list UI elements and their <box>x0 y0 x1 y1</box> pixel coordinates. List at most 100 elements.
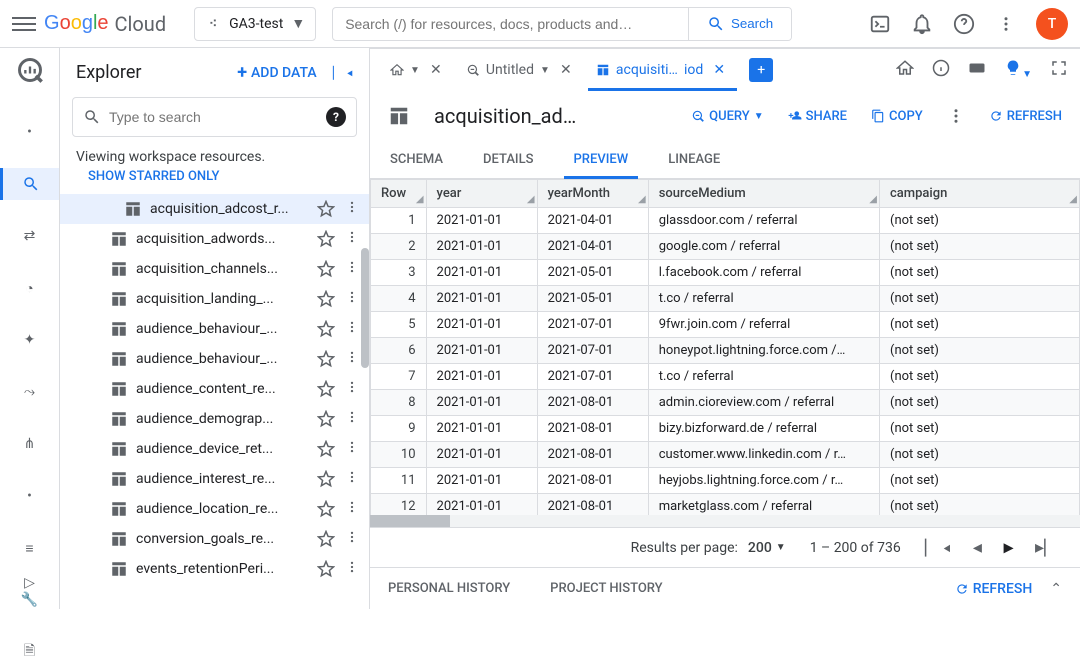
rail-flow-icon[interactable]: ⤳ <box>0 376 59 408</box>
next-page-button[interactable]: ▸ <box>1004 537 1013 558</box>
star-icon[interactable] <box>317 260 335 278</box>
tree-item-more-icon[interactable] <box>343 410 361 428</box>
tree-item[interactable]: audience_interest_re... <box>60 464 369 494</box>
copy-button[interactable]: COPY <box>871 109 923 124</box>
star-icon[interactable] <box>317 500 335 518</box>
star-icon[interactable] <box>317 350 335 368</box>
rail-doc-icon[interactable]: 🗎 <box>0 636 59 668</box>
toolbar-more-button[interactable] <box>947 107 965 125</box>
tab-details[interactable]: DETAILS <box>463 141 553 178</box>
rail-schedule-icon[interactable]: ◔ <box>0 272 59 304</box>
tab-lineage[interactable]: LINEAGE <box>648 141 740 178</box>
rail-dot-icon[interactable]: • <box>0 116 59 148</box>
tab-schema[interactable]: SCHEMA <box>370 141 463 178</box>
more-icon[interactable] <box>994 12 1018 36</box>
star-icon[interactable] <box>317 440 335 458</box>
table-row[interactable]: 102021-01-012021-08-01customer.www.linke… <box>371 442 1080 468</box>
tree-item[interactable]: acquisition_adwords... <box>60 224 369 254</box>
star-icon[interactable] <box>317 200 335 218</box>
tree-item[interactable]: audience_content_re... <box>60 374 369 404</box>
column-header[interactable]: yearMonth◢ <box>537 180 648 208</box>
explorer-search-input[interactable] <box>109 109 318 125</box>
star-icon[interactable] <box>317 410 335 428</box>
column-header[interactable]: year◢ <box>426 180 537 208</box>
keyboard-icon[interactable] <box>968 59 986 81</box>
rail-analytics-icon[interactable]: ✦ <box>0 324 59 356</box>
project-selector[interactable]: ⁖ GA3-test ▼ <box>194 7 316 41</box>
tree-item[interactable]: audience_demograp... <box>60 404 369 434</box>
table-row[interactable]: 112021-01-012021-08-01heyjobs.lightning.… <box>371 468 1080 494</box>
explorer-search[interactable]: ? <box>72 97 357 137</box>
table-row[interactable]: 22021-01-012021-04-01google.com / referr… <box>371 234 1080 260</box>
perpage-select[interactable]: 200▼ <box>748 540 786 556</box>
tree-item[interactable]: events_retentionPeri... <box>60 554 369 584</box>
tree-item[interactable]: audience_behaviour_... <box>60 314 369 344</box>
query-button[interactable]: QUERY ▼ <box>691 109 764 124</box>
google-cloud-logo[interactable]: Google Cloud <box>44 12 166 36</box>
search-input[interactable] <box>333 16 688 32</box>
bulb-icon[interactable]: ▼ <box>1004 59 1032 81</box>
bigquery-logo-icon[interactable] <box>16 56 44 88</box>
help-icon[interactable] <box>952 12 976 36</box>
rail-list-icon[interactable]: ≡ <box>0 532 59 564</box>
tree-item[interactable]: audience_location_re... <box>60 494 369 524</box>
untitled-tab[interactable]: Untitled ▼ ✕ <box>458 49 584 91</box>
avatar[interactable]: T <box>1036 8 1068 40</box>
tree-item-more-icon[interactable] <box>343 260 361 278</box>
search-button[interactable]: Search <box>688 8 791 40</box>
rail-dot2-icon[interactable]: • <box>0 480 59 512</box>
tab-personal-history[interactable]: PERSONAL HISTORY <box>388 581 510 596</box>
tree-item[interactable]: acquisition_adcost_r... <box>60 194 369 224</box>
close-icon[interactable]: ✕ <box>709 60 729 80</box>
collapse-explorer-icon[interactable]: ⎸◂ <box>333 65 353 81</box>
star-icon[interactable] <box>317 380 335 398</box>
tree-item[interactable]: audience_device_ret... <box>60 434 369 464</box>
column-header[interactable]: campaign◢ <box>880 180 1080 208</box>
table-row[interactable]: 82021-01-012021-08-01admin.cioreview.com… <box>371 390 1080 416</box>
horizontal-scrollbar[interactable] <box>370 515 1080 527</box>
tab-preview[interactable]: PREVIEW <box>554 141 649 178</box>
share-button[interactable]: SHARE <box>788 109 847 124</box>
cloud-shell-icon[interactable] <box>868 12 892 36</box>
fullscreen-icon[interactable] <box>1050 59 1068 81</box>
notifications-icon[interactable] <box>910 12 934 36</box>
table-row[interactable]: 42021-01-012021-05-01t.co / referral(not… <box>371 286 1080 312</box>
first-page-button[interactable]: ⎸◂ <box>925 537 951 558</box>
table-row[interactable]: 12021-01-012021-04-01glassdoor.com / ref… <box>371 208 1080 234</box>
star-icon[interactable] <box>317 290 335 308</box>
star-icon[interactable] <box>317 560 335 578</box>
menu-icon[interactable] <box>12 12 36 36</box>
tree-item[interactable]: acquisition_landing_... <box>60 284 369 314</box>
tree-item[interactable]: audience_behaviour_... <box>60 344 369 374</box>
tree-item-more-icon[interactable] <box>343 440 361 458</box>
acquisition-tab[interactable]: acquisiti… iod ✕ <box>588 49 737 91</box>
tree-item-more-icon[interactable] <box>343 500 361 518</box>
tree-item-more-icon[interactable] <box>343 560 361 578</box>
rail-expand-icon[interactable]: ▷ <box>0 567 59 599</box>
tree-item-more-icon[interactable] <box>343 380 361 398</box>
add-data-button[interactable]: + ADD DATA <box>237 62 316 83</box>
close-icon[interactable]: ✕ <box>556 60 576 80</box>
column-header[interactable]: Row◢ <box>371 180 427 208</box>
scrollbar-thumb[interactable] <box>361 248 369 368</box>
refresh-button[interactable]: REFRESH <box>989 109 1062 124</box>
tree-item-more-icon[interactable] <box>343 530 361 548</box>
star-icon[interactable] <box>317 320 335 338</box>
tab-project-history[interactable]: PROJECT HISTORY <box>550 581 662 596</box>
home-tab[interactable]: ▼ ✕ <box>382 49 454 91</box>
rail-share-icon[interactable]: ⋔ <box>0 428 59 460</box>
star-icon[interactable] <box>317 230 335 248</box>
tree-item-more-icon[interactable] <box>343 350 361 368</box>
tree-item-more-icon[interactable] <box>343 290 361 308</box>
table-row[interactable]: 32021-01-012021-05-01l.facebook.com / re… <box>371 260 1080 286</box>
close-icon[interactable]: ✕ <box>426 60 446 80</box>
star-icon[interactable] <box>317 470 335 488</box>
add-tab-button[interactable]: + <box>749 58 773 82</box>
history-refresh-button[interactable]: REFRESH <box>955 581 1033 597</box>
info-icon[interactable] <box>932 59 950 81</box>
tree-item-more-icon[interactable] <box>343 200 361 218</box>
table-row[interactable]: 52021-01-012021-07-019fwr.join.com / ref… <box>371 312 1080 338</box>
prev-page-button[interactable]: ◂ <box>973 537 982 558</box>
tree-item-more-icon[interactable] <box>343 470 361 488</box>
table-row[interactable]: 62021-01-012021-07-01honeypot.lightning.… <box>371 338 1080 364</box>
